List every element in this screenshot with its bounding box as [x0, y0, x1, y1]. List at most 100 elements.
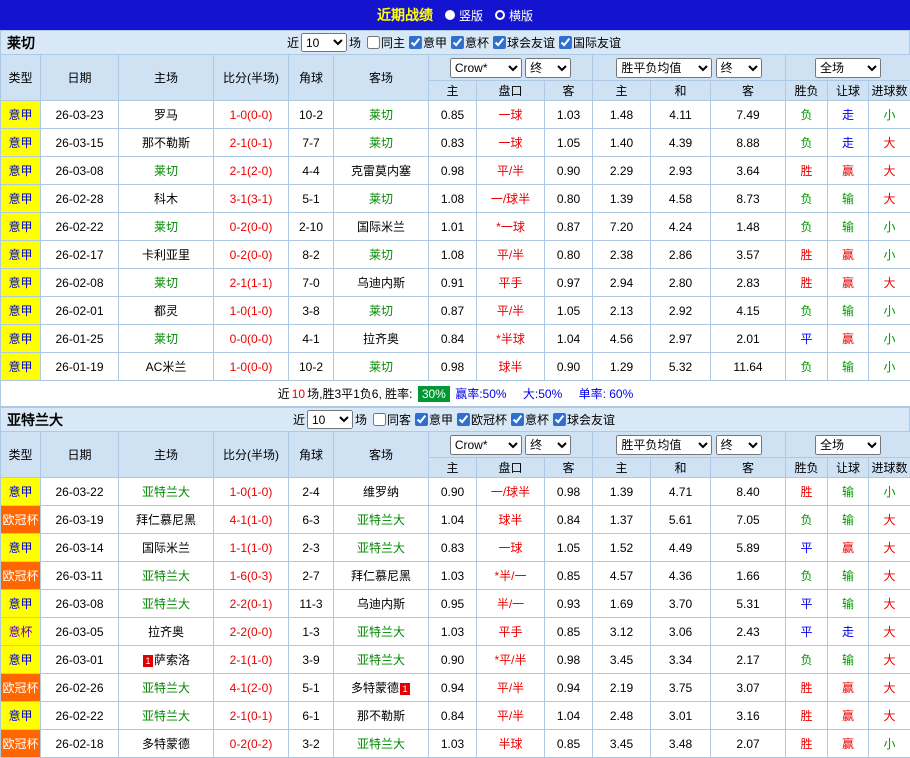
asia-home-odds-cell: 0.98	[429, 353, 477, 381]
euro-draw-odds-cell: 3.01	[651, 702, 711, 730]
euro-away-odds-cell: 8.40	[711, 478, 786, 506]
radio-horizontal[interactable]: 横版	[495, 7, 533, 24]
checkbox-input[interactable]	[451, 36, 464, 49]
europe-time-select[interactable]: 终	[716, 435, 762, 455]
subcol-handicap: 盘口	[477, 458, 545, 478]
match-row: 意甲26-02-08莱切2-1(1-1)7-0乌迪内斯0.91平手0.972.9…	[1, 269, 910, 297]
goals-result-cell: 小	[869, 213, 910, 241]
match-date-cell: 26-03-22	[41, 478, 119, 506]
corners-cell: 1-3	[289, 618, 334, 646]
league-type-cell: 意甲	[1, 590, 41, 618]
match-row: 欧冠杯26-02-18多特蒙德0-2(0-2)3-2亚特兰大1.03半球0.85…	[1, 730, 910, 758]
asia-home-odds-cell: 0.94	[429, 674, 477, 702]
home-team-cell: AC米兰	[119, 353, 214, 381]
euro-home-odds-cell: 3.45	[593, 646, 651, 674]
match-date-cell: 26-02-26	[41, 674, 119, 702]
scope-select[interactable]: 全场	[815, 58, 881, 78]
euro-away-odds-cell: 2.01	[711, 325, 786, 353]
league-type-cell: 欧冠杯	[1, 506, 41, 534]
asia-time-select[interactable]: 终	[525, 58, 571, 78]
league-type-cell: 意甲	[1, 646, 41, 674]
match-count-select[interactable]: 10	[307, 410, 353, 429]
radio-vertical[interactable]: 竖版	[445, 7, 483, 24]
result-cell: 负	[786, 297, 828, 325]
filter-checkbox[interactable]: 意杯	[451, 34, 489, 51]
checkbox-input[interactable]	[415, 413, 428, 426]
filter-checkbox[interactable]: 意杯	[511, 411, 549, 428]
match-row: 意甲26-02-28科木3-1(3-1)5-1莱切1.08一/球半0.801.3…	[1, 185, 910, 213]
checkbox-input[interactable]	[553, 413, 566, 426]
europe-time-select[interactable]: 终	[716, 58, 762, 78]
home-team-cell: 亚特兰大	[119, 478, 214, 506]
match-date-cell: 26-03-05	[41, 618, 119, 646]
corners-cell: 3-9	[289, 646, 334, 674]
score-cell: 2-2(0-0)	[214, 618, 289, 646]
away-team-cell: 拉齐奥	[334, 325, 429, 353]
score-cell: 1-1(1-0)	[214, 534, 289, 562]
match-row: 意甲26-03-23罗马1-0(0-0)10-2莱切0.85一球1.031.48…	[1, 101, 910, 129]
checkbox-input[interactable]	[493, 36, 506, 49]
filter-checkbox[interactable]: 同主	[367, 34, 405, 51]
result-cell: 平	[786, 534, 828, 562]
corners-cell: 5-1	[289, 185, 334, 213]
filter-checkbox[interactable]: 意甲	[415, 411, 453, 428]
checkbox-input[interactable]	[367, 36, 380, 49]
asia-time-select[interactable]: 终	[525, 435, 571, 455]
single-rate: 单率: 60%	[579, 387, 634, 401]
handicap-result-cell: 输	[828, 213, 869, 241]
asia-company-select[interactable]: Crow*	[450, 58, 522, 78]
europe-company-select[interactable]: 胜平负均值	[616, 58, 712, 78]
europe-company-select[interactable]: 胜平负均值	[616, 435, 712, 455]
match-row: 意甲26-01-19AC米兰1-0(0-0)10-2莱切0.98球半0.901.…	[1, 353, 910, 381]
checkbox-input[interactable]	[559, 36, 572, 49]
checkbox-input[interactable]	[511, 413, 524, 426]
euro-draw-odds-cell: 4.24	[651, 213, 711, 241]
scope-select[interactable]: 全场	[815, 435, 881, 455]
filter-checkbox[interactable]: 同客	[373, 411, 411, 428]
subcol-result: 胜负	[786, 458, 828, 478]
match-date-cell: 26-03-15	[41, 129, 119, 157]
euro-home-odds-cell: 3.12	[593, 618, 651, 646]
europe-odds-header: 胜平负均值 终	[593, 432, 786, 458]
asia-away-odds-cell: 0.90	[545, 157, 593, 185]
goals-result-cell: 大	[869, 534, 910, 562]
corners-cell: 2-4	[289, 478, 334, 506]
handicap-cell: 半/一	[477, 590, 545, 618]
corners-cell: 2-10	[289, 213, 334, 241]
match-count-select[interactable]: 10	[301, 33, 347, 52]
checkbox-input[interactable]	[409, 36, 422, 49]
asia-odds-header: Crow* 终	[429, 55, 593, 81]
away-team-cell: 亚特兰大	[334, 730, 429, 758]
filter-checkbox[interactable]: 意甲	[409, 34, 447, 51]
checkbox-label: 国际友谊	[573, 34, 621, 51]
home-team-cell: 莱切	[119, 269, 214, 297]
handicap-result-cell: 赢	[828, 157, 869, 185]
home-team-cell: 莱切	[119, 325, 214, 353]
match-date-cell: 26-03-11	[41, 562, 119, 590]
match-date-cell: 26-02-17	[41, 241, 119, 269]
euro-draw-odds-cell: 5.61	[651, 506, 711, 534]
handicap-result-cell: 赢	[828, 730, 869, 758]
score-cell: 3-1(3-1)	[214, 185, 289, 213]
filter-checkbox[interactable]: 球会友谊	[553, 411, 615, 428]
subcol-euro-draw: 和	[651, 458, 711, 478]
score-cell: 0-0(0-0)	[214, 325, 289, 353]
asia-away-odds-cell: 1.04	[545, 702, 593, 730]
filter-checkbox[interactable]: 国际友谊	[559, 34, 621, 51]
match-row: 欧冠杯26-03-19拜仁慕尼黑4-1(1-0)6-3亚特兰大1.04球半0.8…	[1, 506, 910, 534]
asia-company-select[interactable]: Crow*	[450, 435, 522, 455]
goals-result-cell: 小	[869, 241, 910, 269]
checkbox-input[interactable]	[373, 413, 386, 426]
home-team-cell: 莱切	[119, 213, 214, 241]
filter-checkbox[interactable]: 球会友谊	[493, 34, 555, 51]
euro-away-odds-cell: 5.89	[711, 534, 786, 562]
home-team-cell: 亚特兰大	[119, 562, 214, 590]
score-cell: 0-2(0-0)	[214, 213, 289, 241]
euro-away-odds-cell: 3.64	[711, 157, 786, 185]
asia-away-odds-cell: 0.80	[545, 241, 593, 269]
filter-checkbox[interactable]: 欧冠杯	[457, 411, 507, 428]
checkbox-input[interactable]	[457, 413, 470, 426]
away-team-cell: 拜仁慕尼黑	[334, 562, 429, 590]
result-cell: 负	[786, 213, 828, 241]
handicap-result-cell: 赢	[828, 702, 869, 730]
